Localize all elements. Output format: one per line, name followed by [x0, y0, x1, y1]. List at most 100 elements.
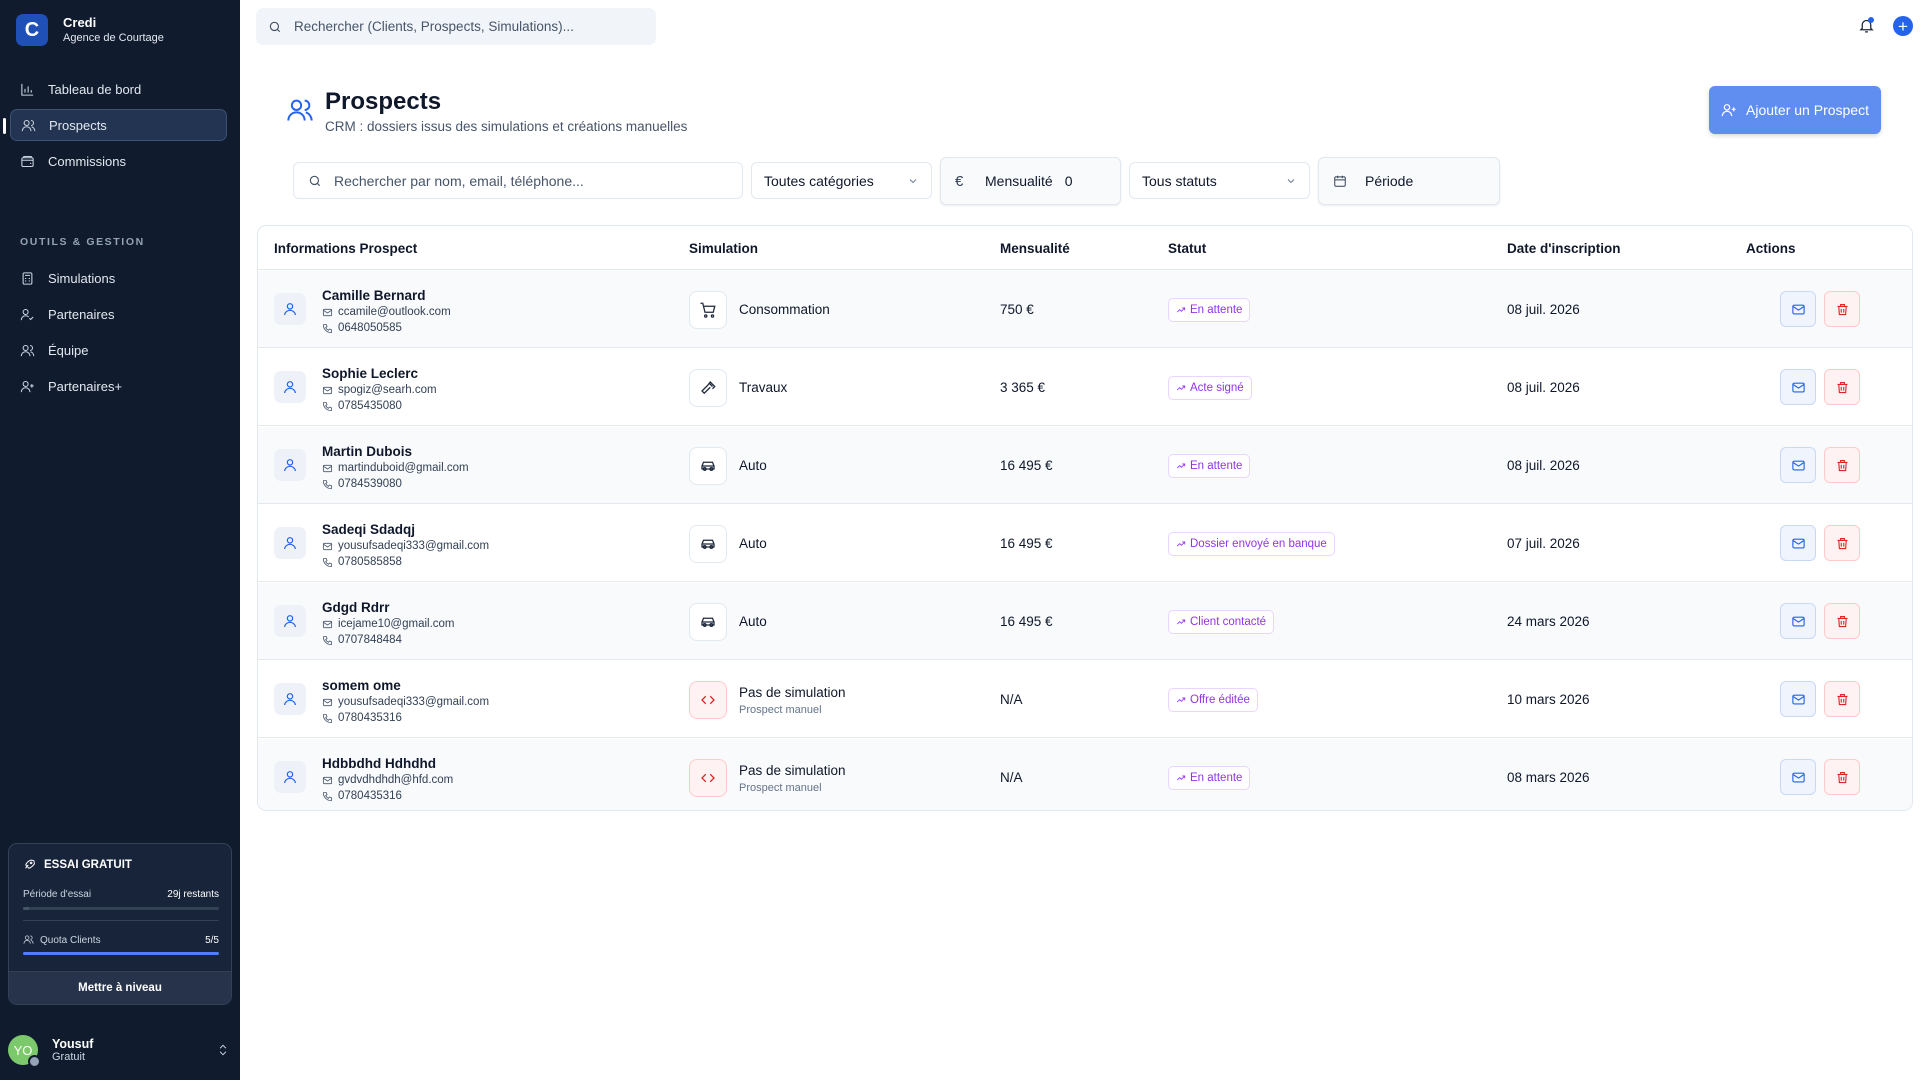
status-badge[interactable]: Offre éditée	[1168, 688, 1258, 712]
avatar: YO	[8, 1035, 41, 1068]
status-badge[interactable]: En attente	[1168, 766, 1251, 790]
delete-button[interactable]	[1824, 681, 1860, 717]
table-row[interactable]: Gdgd Rdrr icejame10@gmail.com 0707848484 Au…	[258, 583, 1912, 660]
email-button[interactable]	[1780, 603, 1816, 639]
delete-button[interactable]	[1824, 369, 1860, 405]
user-icon	[284, 771, 296, 784]
simulation-type: Auto	[739, 458, 767, 473]
table-row[interactable]: Martin Dubois martinduboid@gmail.com 07845…	[258, 427, 1912, 504]
phone-icon	[322, 479, 333, 489]
prospect-email: yousufsadeqi333@gmail.com	[322, 540, 489, 552]
delete-button[interactable]	[1824, 525, 1860, 561]
sidebar-item-simulations[interactable]: Simulations	[10, 262, 227, 294]
sidebar-item-label: Commissions	[48, 153, 127, 169]
sidebar-item-partners[interactable]: Partenaires	[10, 298, 227, 330]
users-icon	[23, 935, 34, 944]
prospect-search-input[interactable]: Rechercher par nom, email, téléphone...	[293, 162, 743, 199]
trash-icon	[1837, 693, 1847, 705]
status-badge[interactable]: En attente	[1168, 298, 1251, 322]
table-row[interactable]: Camille Bernard ccamile@outlook.com 064805…	[258, 271, 1912, 348]
sidebar-item-dashboard[interactable]: Tableau de bord	[10, 73, 227, 105]
sidebar-item-commissions[interactable]: Commissions	[10, 145, 227, 177]
sidebar-item-label: Équipe	[48, 342, 89, 358]
delete-button[interactable]	[1824, 603, 1860, 639]
mail-icon	[322, 776, 333, 784]
sidebar-item-label: Partenaires+	[48, 378, 123, 394]
car-icon	[701, 617, 715, 627]
trial-quota-label: Quota Clients	[40, 935, 101, 946]
signup-date: 08 mars 2026	[1507, 770, 1590, 785]
prospect-name: Camille Bernard	[322, 288, 426, 303]
prospect-phone: 0784539080	[322, 478, 402, 490]
trash-icon	[1837, 303, 1847, 315]
monthly-label: Mensualité	[985, 173, 1053, 189]
user-icon	[284, 381, 296, 394]
email-button[interactable]	[1780, 447, 1816, 483]
phone-icon	[322, 791, 333, 801]
chevrons-up-down-icon	[219, 1044, 227, 1056]
status-badge[interactable]: Client contacté	[1168, 610, 1275, 634]
calendar-icon	[1334, 175, 1346, 187]
upgrade-button[interactable]: Mettre à niveau	[9, 971, 231, 1004]
phone-icon	[322, 557, 333, 567]
notification-dot	[1868, 17, 1874, 23]
sidebar-item-label: Partenaires	[48, 306, 115, 322]
category-select[interactable]: Toutes catégories	[751, 162, 932, 199]
brand-name: Credi	[63, 14, 97, 30]
trial-title: ESSAI GRATUIT	[23, 858, 132, 871]
table-row[interactable]: Hdbbdhd Hdhdhd gvdvdhdhdh@hfd.com 07804353…	[258, 739, 1912, 810]
mail-icon	[1791, 304, 1805, 314]
email-button[interactable]	[1780, 291, 1816, 327]
prospect-name: Martin Dubois	[322, 444, 412, 459]
trash-icon	[1837, 537, 1847, 549]
prospect-phone: 0780435316	[322, 790, 402, 802]
table-row[interactable]: Sadeqi Sdadqj yousufsadeqi333@gmail.com 07…	[258, 505, 1912, 582]
mail-icon	[322, 386, 333, 394]
search-icon	[269, 21, 281, 32]
email-button[interactable]	[1780, 525, 1816, 561]
mail-icon	[322, 542, 333, 550]
mail-icon	[322, 698, 333, 706]
status-select[interactable]: Tous statuts	[1129, 162, 1310, 199]
table-row[interactable]: somem ome yousufsadeqi333@gmail.com 078043…	[258, 661, 1912, 738]
email-button[interactable]	[1780, 681, 1816, 717]
prospect-email: spogiz@searh.com	[322, 384, 437, 396]
trash-icon	[1837, 615, 1847, 627]
euro-icon: €	[955, 172, 964, 190]
simulation-subtitle: Prospect manuel	[739, 782, 822, 794]
quick-add-button[interactable]: +	[1893, 16, 1913, 36]
brand-logo: C	[16, 14, 48, 46]
monthly-filter[interactable]: € Mensualité 0	[940, 157, 1121, 205]
prospect-email: martinduboid@gmail.com	[322, 462, 469, 474]
sidebar-item-partners-plus[interactable]: Partenaires+	[10, 370, 227, 402]
email-button[interactable]	[1780, 369, 1816, 405]
sidebar-item-prospects[interactable]: Prospects	[3, 109, 227, 141]
user-menu[interactable]: YO Yousuf Gratuit	[8, 1032, 232, 1068]
calculator-icon	[22, 271, 33, 285]
user-icon	[284, 615, 296, 628]
user-icon	[284, 459, 296, 472]
users-icon	[21, 119, 36, 131]
delete-button[interactable]	[1824, 291, 1860, 327]
prospect-phone: 0648050585	[322, 322, 402, 334]
period-filter[interactable]: Période	[1318, 157, 1500, 205]
prospect-avatar	[274, 761, 306, 793]
email-button[interactable]	[1780, 759, 1816, 795]
table-row[interactable]: Sophie Leclerc spogiz@searh.com 0785435080…	[258, 349, 1912, 426]
brand[interactable]: C Credi Agence de Courtage	[16, 14, 164, 46]
prospect-phone: 0707848484	[322, 634, 402, 646]
phone-icon	[322, 323, 333, 333]
signup-date: 24 mars 2026	[1507, 614, 1590, 629]
plus-icon: +	[1898, 16, 1908, 36]
global-search-input[interactable]: Rechercher (Clients, Prospects, Simulati…	[256, 8, 656, 45]
sidebar-item-team[interactable]: Équipe	[10, 334, 227, 366]
delete-button[interactable]	[1824, 759, 1860, 795]
add-prospect-button[interactable]: Ajouter un Prospect	[1709, 86, 1881, 134]
status-badge[interactable]: Dossier envoyé en banque	[1168, 532, 1335, 556]
signup-date: 08 juil. 2026	[1507, 458, 1580, 473]
status-badge[interactable]: En attente	[1168, 454, 1251, 478]
monthly-amount: 750 €	[1000, 302, 1034, 317]
status-badge[interactable]: Acte signé	[1168, 376, 1252, 400]
trial-period-bar	[23, 907, 219, 910]
delete-button[interactable]	[1824, 447, 1860, 483]
